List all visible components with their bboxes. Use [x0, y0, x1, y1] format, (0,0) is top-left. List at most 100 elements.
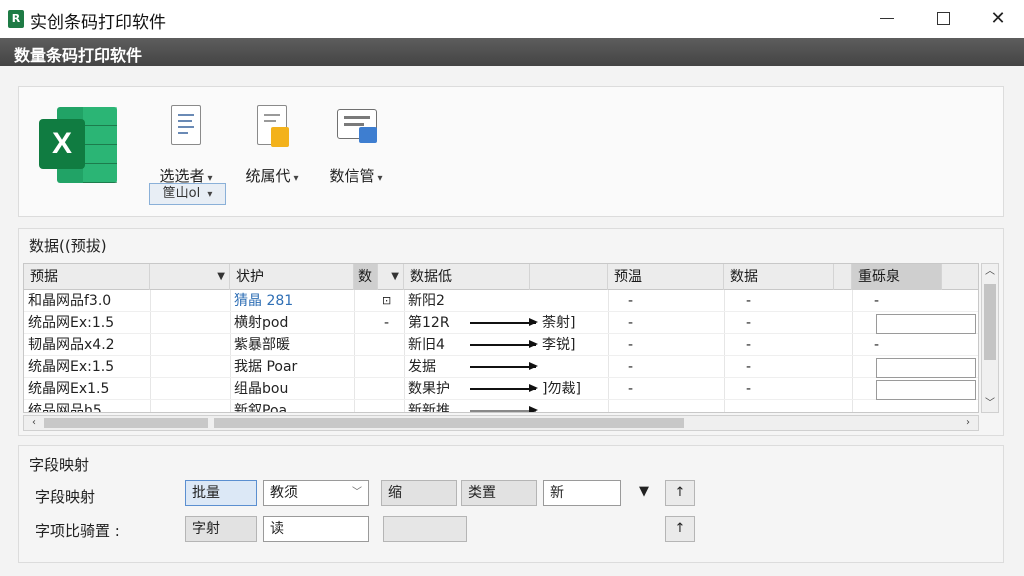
table-cell: 组晶bou	[234, 381, 289, 397]
window-title: 实创条码打印软件	[30, 13, 166, 33]
maximize-icon	[936, 11, 950, 25]
table-cell: 新新推	[408, 403, 450, 413]
column-header[interactable]	[834, 264, 852, 290]
table-cell: 统晶网Ex:1.5	[28, 359, 115, 375]
set-button[interactable]: 类置	[461, 480, 537, 506]
chevron-down-icon: ▾	[207, 189, 213, 200]
blank-button[interactable]	[383, 516, 467, 542]
tool-attribute[interactable]: 统属代 ▾	[237, 105, 307, 186]
tool-attribute-label: 统属代	[245, 167, 291, 185]
table-cell: 我据 Poar	[234, 359, 298, 375]
dropdown-caret-icon: ▼	[391, 271, 399, 282]
edit-icon[interactable]: ⊡	[378, 290, 404, 312]
subtitle-bar: 数量条码打印软件	[0, 38, 1024, 66]
close-button[interactable]: ✕	[975, 0, 1021, 36]
table-cell: -	[628, 337, 634, 353]
table-cell: -	[628, 381, 634, 397]
table-cell: 统晶网Ex1.5	[28, 381, 110, 397]
column-header[interactable]: 预温	[608, 264, 724, 290]
scroll-up-icon[interactable]: ︿	[982, 264, 998, 280]
table-row[interactable]: 和晶网品f3.0 猜晶 281 ⊡ 新阳2 - - -	[24, 290, 978, 312]
scroll-down-icon[interactable]: ﹀	[982, 396, 998, 412]
read-field-input[interactable]: 读	[263, 516, 369, 542]
table-row[interactable]: 韧晶网品x4.2 紫暴部暖 新旧4 李锐] - - -	[24, 334, 978, 356]
cell-input[interactable]	[876, 358, 976, 378]
mapping-arrow-icon	[470, 319, 538, 325]
table-row[interactable]: 统品网Ex:1.5 横射pod - 第12R 荼射] - -	[24, 312, 978, 334]
small-action-button[interactable]: 筐山ol ▾	[149, 183, 226, 205]
minimize-icon	[880, 17, 894, 19]
column-header[interactable]: 数据低	[404, 264, 530, 290]
table-row[interactable]: 统晶网Ex1.5 组晶bou 数果护 ]勿裁] - -	[24, 378, 978, 400]
scroll-left-icon[interactable]: ‹	[26, 415, 42, 431]
shrink-button[interactable]: 缩	[381, 480, 457, 506]
column-header[interactable]: 重砾泉	[852, 264, 942, 290]
horizontal-scrollbar[interactable]: ‹ ›	[23, 415, 979, 431]
field-mapping-section: 字段映射 字段映射 字项比骑置 : 批量 教须 ﹀ 缩 类置 新 ▼ ↑ 字射 …	[18, 445, 1004, 563]
table-cell: -	[628, 359, 634, 375]
table-row[interactable]: 统晶网Ex:1.5 我据 Poar 发据 - -	[24, 356, 978, 378]
maximize-button[interactable]	[920, 0, 966, 36]
table-cell: 统品网品h5	[28, 403, 102, 413]
cell-input[interactable]	[876, 380, 976, 400]
table-cell: 李锐]	[542, 337, 576, 353]
scroll-thumb[interactable]	[214, 418, 684, 428]
ribbon-toolbar: X 选选者 ▾ 统属代 ▾ 数信管 ▾ 筐山ol ▾	[18, 86, 1004, 217]
column-header[interactable]: 数	[354, 264, 378, 290]
mapping-arrow-icon	[470, 363, 538, 369]
column-header[interactable]	[942, 264, 978, 290]
table-row[interactable]: 统品网品h5 新叙Poa 新新推	[24, 400, 978, 413]
table-cell: 发据	[408, 359, 436, 375]
table-cell: -	[874, 337, 880, 353]
chevron-down-icon: ▾	[293, 173, 299, 184]
table-cell: 第12R	[408, 315, 450, 331]
column-filter[interactable]: ▼	[150, 264, 230, 290]
mapping-arrow-icon	[470, 341, 538, 347]
quantity-button[interactable]: 批量	[185, 480, 257, 506]
minimize-button[interactable]	[864, 0, 910, 36]
vertical-scrollbar[interactable]: ︿ ﹀	[981, 263, 999, 413]
table-cell: 新叙Poa	[234, 403, 288, 413]
data-grid[interactable]: 预据 ▼ 状护 数 ▼ 数据低 预温 数据 重砾泉 和晶网品f3.0 猜晶 28…	[23, 263, 979, 413]
tool-data-manage-label: 数信管	[329, 167, 375, 185]
column-header[interactable]: 数据	[724, 264, 834, 290]
subtitle-text: 数量条码打印软件	[14, 46, 143, 65]
table-cell: 紫暴部暖	[234, 337, 290, 353]
table-cell: 韧晶网品x4.2	[28, 337, 115, 353]
scroll-thumb[interactable]	[984, 284, 996, 360]
app-window: R 实创条码打印软件 ✕ 数量条码打印软件 X 选选者 ▾ 统属代 ▾ 数信管 …	[0, 0, 1024, 576]
table-cell: -	[746, 337, 752, 353]
new-field-input[interactable]: 新	[543, 480, 621, 506]
tool-select[interactable]: 选选者 ▾	[151, 105, 221, 186]
move-up-button[interactable]: ↑	[665, 516, 695, 542]
column-filter[interactable]: ▼	[378, 264, 404, 290]
column-header[interactable]: 状护	[230, 264, 354, 290]
cell-input[interactable]	[876, 314, 976, 334]
table-cell: -	[746, 315, 752, 331]
dropdown-caret-icon[interactable]: ▼	[629, 480, 659, 506]
grid-header: 预据 ▼ 状护 数 ▼ 数据低 预温 数据 重砾泉	[24, 264, 978, 290]
mapping-row2-label: 字项比骑置 :	[35, 522, 120, 540]
table-cell: -	[384, 315, 390, 331]
mapping-section-title: 字段映射	[29, 456, 90, 474]
table-cell: -	[746, 381, 752, 397]
app-logo-icon: R	[8, 10, 24, 28]
excel-icon[interactable]: X	[39, 107, 117, 183]
scroll-thumb[interactable]	[44, 418, 208, 428]
table-cell: 荼射]	[542, 315, 576, 331]
mapping-dropdown[interactable]: 教须 ﹀	[263, 480, 369, 506]
data-section-title: 数据((预拔)	[29, 237, 107, 255]
scroll-right-icon[interactable]: ›	[960, 415, 976, 431]
table-cell: 新阳2	[408, 293, 445, 309]
tool-data-manage[interactable]: 数信管 ▾	[321, 105, 391, 186]
table-cell: -	[746, 359, 752, 375]
column-header[interactable]: 预据	[24, 264, 150, 290]
column-header[interactable]	[530, 264, 608, 290]
table-cell: 统品网Ex:1.5	[28, 315, 115, 331]
table-cell: 数果护	[408, 381, 450, 397]
move-up-button[interactable]: ↑	[665, 480, 695, 506]
table-cell: 猜晶 281	[234, 293, 294, 309]
mapping-arrow-icon	[470, 385, 538, 391]
table-cell: 和晶网品f3.0	[28, 293, 112, 309]
field-button[interactable]: 字射	[185, 516, 257, 542]
